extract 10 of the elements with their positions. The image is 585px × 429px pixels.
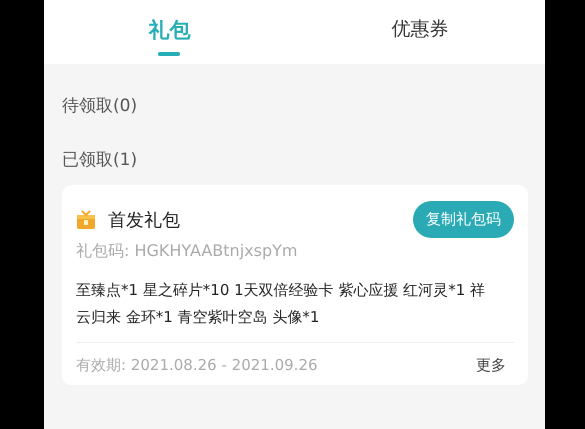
gift-icon <box>76 210 96 230</box>
gift-code: 礼包码: HGKHYAABtnjxspYm <box>76 241 298 262</box>
more-link[interactable]: 更多 <box>476 356 506 375</box>
tab[interactable]: 优惠券 <box>294 0 545 64</box>
section-title: 已领取(1) <box>62 149 138 171</box>
gift-contents: 至臻点*1 星之碎片*10 1天双倍经验卡 紫心应援 红河灵*1 祥云归来 金环*1 青空紫叶空岛 头像*1 <box>76 280 486 328</box>
tab-indicator <box>158 52 180 56</box>
validity-period: 有效期: 2021.08.26 - 2021.09.26 <box>76 356 318 375</box>
gift-name: 首发礼包 <box>108 208 181 232</box>
section-title: 待领取(0) <box>62 95 138 117</box>
